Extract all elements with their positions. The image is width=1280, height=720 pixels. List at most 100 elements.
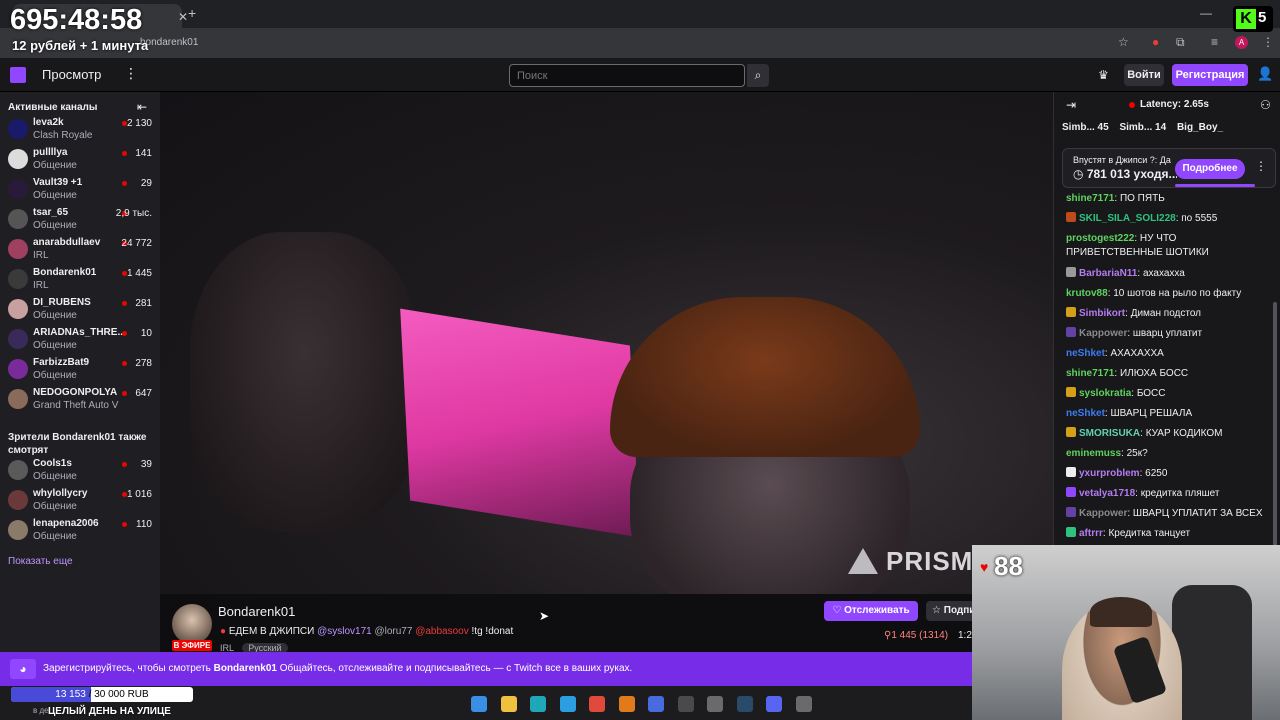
mention-link[interactable]: @loru77 (374, 626, 412, 637)
search-input[interactable] (509, 64, 745, 87)
chat-username[interactable]: BarbariaN11 (1079, 268, 1137, 279)
chat-username[interactable]: shine7171 (1066, 368, 1114, 379)
star-icon[interactable]: ☆ (1118, 35, 1129, 49)
collapse-chat-icon[interactable]: ⇥ (1066, 98, 1076, 112)
chat-username[interactable]: syslokratia (1079, 388, 1131, 399)
chat-username[interactable]: Kappower (1079, 328, 1127, 339)
browse-link[interactable]: Просмотр (42, 67, 101, 82)
chat-badge-icon (1066, 527, 1076, 537)
channel-avatar (8, 520, 28, 540)
chat-username[interactable]: prostogest222 (1066, 233, 1134, 244)
discord-icon[interactable] (766, 696, 782, 712)
sidebar-channel[interactable]: DI_RUBENS Общение 281 (0, 294, 160, 324)
chat-username[interactable]: shine7171 (1066, 193, 1114, 204)
video-player[interactable]: PRISM (160, 92, 1053, 594)
prediction-details-button[interactable]: Подробнее (1175, 159, 1245, 179)
search-button[interactable]: ⌕ (747, 64, 769, 87)
chat-username[interactable]: krutov88 (1066, 288, 1108, 299)
chat-username[interactable]: yxurproblem (1079, 468, 1140, 479)
sidebar-channel[interactable]: Bondarenk01 IRL 1 445 (0, 264, 160, 294)
sidebar-channel[interactable]: anarabdullaev IRL 24 772 (0, 234, 160, 264)
file-explorer-icon[interactable] (500, 696, 517, 712)
login-button[interactable]: Войти (1124, 64, 1164, 86)
chat-badge-icon (1066, 507, 1076, 517)
follow-button[interactable]: ♡ Отслеживать (824, 601, 918, 621)
leaderboard-entry[interactable]: Big_Boy_ (1177, 122, 1223, 133)
web-app-icon[interactable] (707, 696, 723, 712)
chat-text: по 5555 (1181, 213, 1218, 224)
sidebar-channel[interactable]: lenapena2006 Общение 110 (0, 515, 160, 545)
goal-target: 30 000 RUB (94, 689, 149, 700)
edge-icon[interactable] (530, 696, 546, 712)
chat-message: krutov88: 10 шотов на рыло по факту (1066, 288, 1242, 299)
chat-message: syslokratia: БОСС (1066, 387, 1274, 401)
prism-watermark-text: PRISM (886, 546, 974, 576)
sidebar-channel[interactable]: NEDOGONPOLYA Grand Theft Auto V 647 (0, 384, 160, 414)
url-text[interactable]: bondarenk01 (140, 37, 198, 48)
new-tab-icon[interactable]: + (188, 5, 196, 21)
chat-message: neShket: ШВАРЦ РЕШАЛА (1066, 408, 1193, 419)
puzzle-icon[interactable]: ⧉ (1176, 35, 1185, 50)
windows-start-icon[interactable] (471, 696, 487, 712)
leaderboard-entry[interactable]: Simb... 45 (1062, 122, 1109, 133)
chat-username[interactable]: SKIL_SILA_SOLI228 (1079, 213, 1176, 224)
channel-avatar (8, 329, 28, 349)
channel-avatar[interactable] (172, 604, 212, 644)
channel-name: Vault39 +1 (33, 177, 83, 188)
media-icon[interactable]: ≡ (1211, 35, 1218, 49)
close-tab-icon[interactable]: ✕ (178, 10, 188, 24)
collapse-sidebar-icon[interactable]: ⇤ (137, 100, 147, 114)
browser-avatar[interactable]: A (1235, 36, 1248, 49)
chat-username[interactable]: neShket (1066, 408, 1105, 419)
chat-scrollbar[interactable] (1273, 302, 1277, 552)
sidebar-channel[interactable]: ARIADNAs_THRE... Общение 10 (0, 324, 160, 354)
chat-username[interactable]: eminemuss (1066, 448, 1121, 459)
channel-name[interactable]: Bondarenk01 (218, 604, 295, 619)
gift-leaderboard: Simb... 45 Simb... 14 Big_Boy_ (1062, 122, 1278, 136)
steam-icon[interactable] (736, 696, 753, 712)
more-options-icon[interactable]: ⋮ (124, 65, 138, 82)
channel-viewers: 1 016 (126, 489, 152, 500)
chat-users-icon[interactable]: ⚇ (1260, 98, 1271, 112)
chat-username[interactable]: Kappower (1079, 508, 1127, 519)
chart-app-icon[interactable] (648, 696, 664, 712)
user-menu-icon[interactable]: 👤 (1257, 66, 1273, 82)
calculator-icon[interactable] (795, 696, 812, 712)
sidebar-channel[interactable]: Cools1s Общение 39 (0, 455, 160, 485)
video-beanie (610, 297, 920, 457)
chat-message: Simbikort: Диман подстол (1066, 307, 1274, 321)
channel-category: Общение (33, 471, 77, 482)
channel-name: tsar_65 (33, 207, 69, 218)
prediction-more-icon[interactable]: ⋮ (1255, 159, 1267, 173)
telegram-icon[interactable] (559, 696, 576, 712)
address-bar[interactable]: bondarenk01 (0, 28, 1280, 58)
prime-crown-icon[interactable]: ♛ (1098, 68, 1109, 82)
sidebar-title: Активные каналы (8, 102, 98, 113)
chat-username[interactable]: vetalya1718 (1079, 488, 1135, 499)
channel-category: IRL (33, 280, 49, 291)
chat-username[interactable]: neShket (1066, 348, 1105, 359)
subscribe-button[interactable]: ☆ Подписаться (926, 601, 976, 621)
mention-link[interactable]: @abbasoov (415, 626, 469, 637)
sidebar-channel[interactable]: whylollycry Общение 1 016 (0, 485, 160, 515)
extension-icon[interactable]: ● (1152, 35, 1159, 49)
leaderboard-entry[interactable]: Simb... 14 (1119, 122, 1166, 133)
sidebar-channel[interactable]: tsar_65 Общение 2,9 тыс. (0, 204, 160, 234)
obs-icon[interactable] (677, 696, 694, 712)
sidebar-channel[interactable]: leva2k Clash Royale 2 130 (0, 114, 160, 144)
chat-username[interactable]: aftrrr (1079, 528, 1103, 539)
chat-username[interactable]: SMORISUKA (1079, 428, 1140, 439)
chrome-icon[interactable] (589, 696, 605, 712)
app-orange-icon[interactable] (618, 696, 635, 712)
twitch-logo-icon[interactable] (10, 67, 26, 83)
signup-button[interactable]: Регистрация (1172, 64, 1248, 86)
mention-link[interactable]: @syslov171 (317, 626, 372, 637)
sidebar-channel[interactable]: FarbizzBat9 Общение 278 (0, 354, 160, 384)
sidebar-channel[interactable]: pullllya Общение 141 (0, 144, 160, 174)
minimize-icon[interactable]: — (1200, 6, 1212, 20)
sidebar-channel[interactable]: Vault39 +1 Общение 29 (0, 174, 160, 204)
signup-banner[interactable]: ◕ Зарегистрируйтесь, чтобы смотреть Bond… (0, 652, 972, 686)
browser-menu-icon[interactable]: ⋮ (1262, 35, 1274, 49)
chat-username[interactable]: Simbikort (1079, 308, 1125, 319)
show-more-link[interactable]: Показать еще (8, 556, 73, 567)
